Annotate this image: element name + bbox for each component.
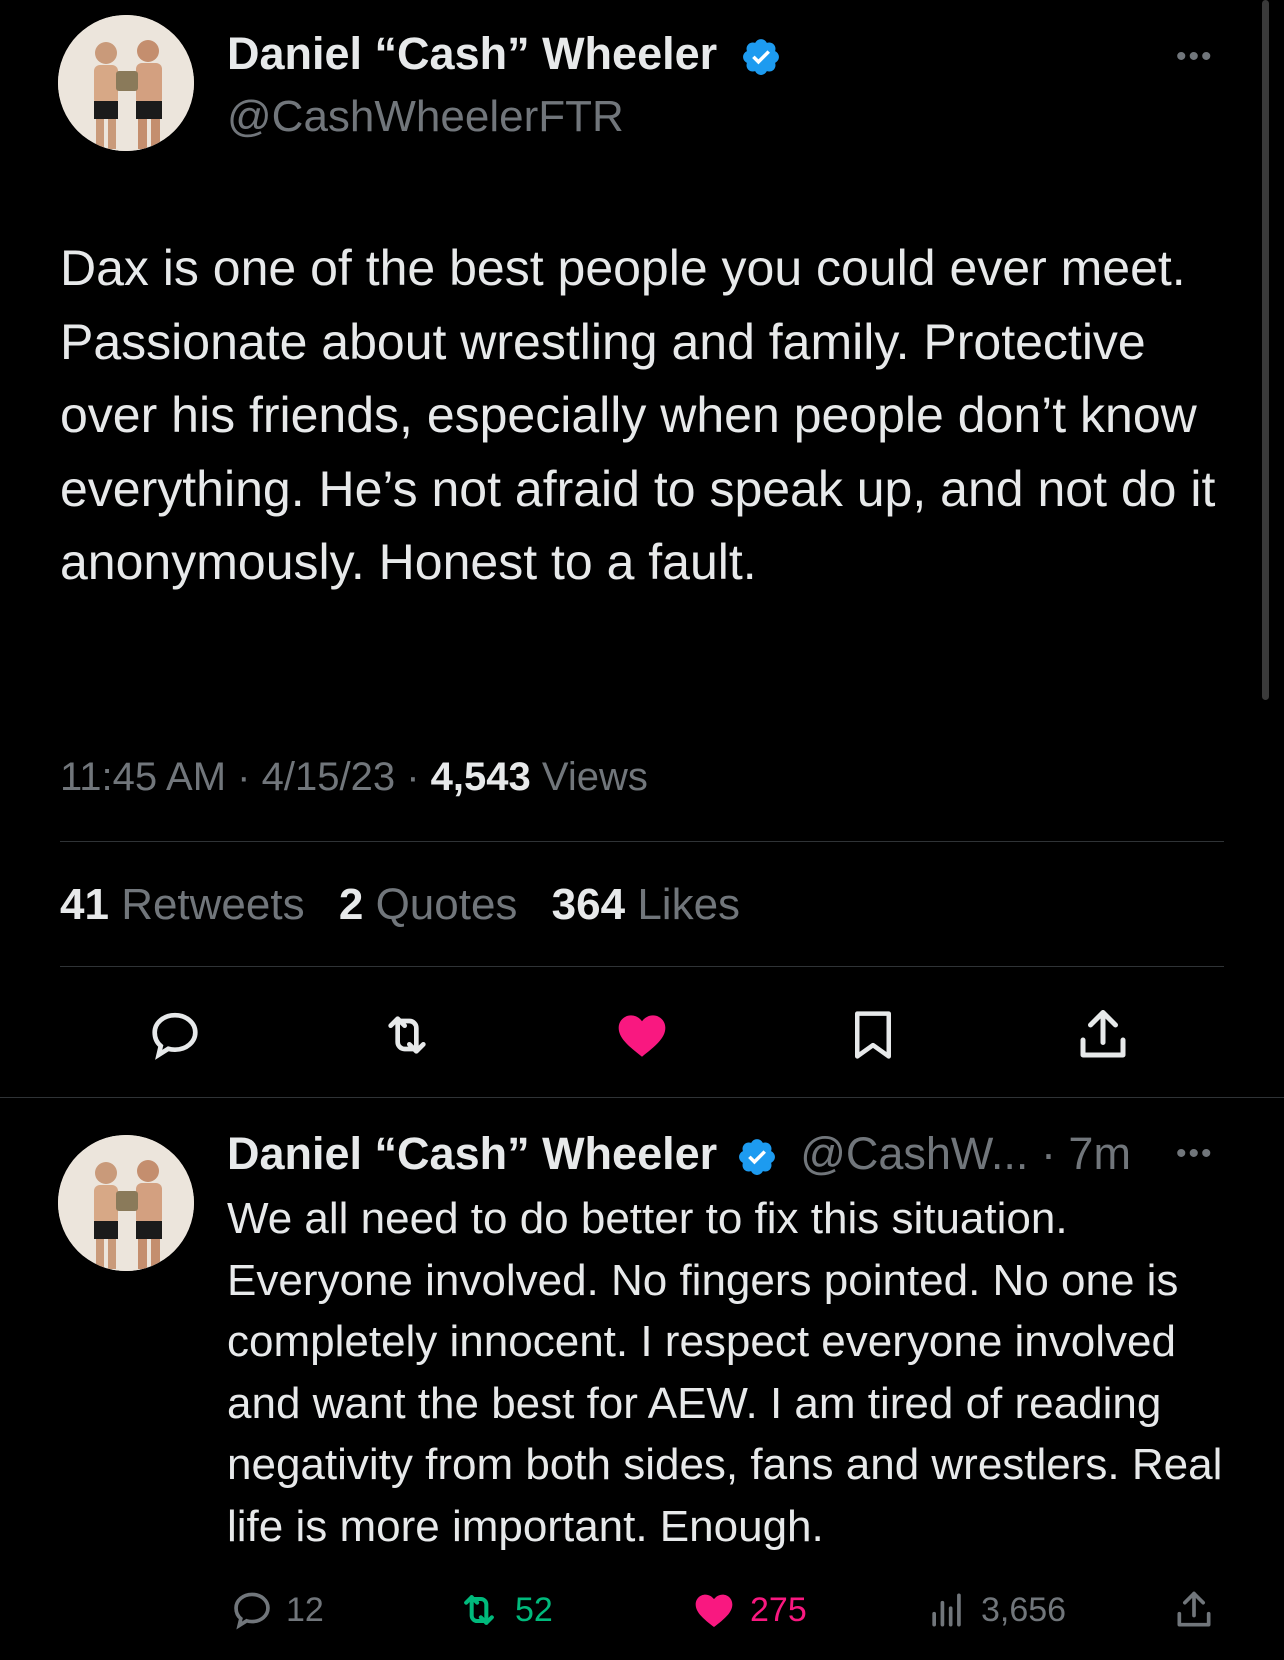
share-button[interactable] (1068, 1005, 1138, 1065)
quotes-label: Quotes (375, 880, 518, 929)
divider (60, 841, 1224, 842)
author-name[interactable]: Daniel “Cash” Wheeler (227, 28, 782, 80)
likes-label: Likes (637, 880, 741, 929)
like-icon (618, 1015, 666, 1057)
reply-icon (234, 1592, 270, 1630)
reply-button[interactable] (140, 1005, 210, 1065)
quotes-count: 2 (338, 880, 364, 929)
avatar[interactable] (58, 15, 194, 151)
meta-separator: · (237, 755, 251, 799)
verified-badge-icon (738, 1139, 775, 1176)
tweet-date[interactable]: 4/15/23 (262, 755, 395, 799)
retweets-label: Retweets (121, 880, 305, 929)
tweet-meta: 11:45 AM · 4/15/23 · 4,543 Views (60, 755, 648, 800)
like-button[interactable] (605, 1005, 679, 1065)
retweet-button[interactable] (372, 1005, 442, 1065)
more-options-icon[interactable]: ••• (1176, 40, 1214, 74)
share-icon (1177, 1591, 1211, 1627)
retweet-icon (464, 1595, 494, 1625)
views-icon (932, 1593, 961, 1627)
likes-stat[interactable]: 364 Likes (552, 880, 740, 929)
bookmark-button[interactable] (838, 1005, 908, 1065)
reply-retweets-count: 52 (515, 1590, 553, 1629)
share-icon (1080, 1010, 1126, 1058)
quotes-stat[interactable]: 2 Quotes (339, 880, 518, 929)
reply-likes-button[interactable]: 275 (690, 1588, 807, 1632)
author-handle[interactable]: @CashWheelerFTR (227, 92, 624, 142)
reply-likes-count: 275 (750, 1590, 807, 1629)
tweet-time[interactable]: 11:45 AM (60, 755, 226, 799)
reply-share-button[interactable] (1172, 1588, 1228, 1632)
reply-retweets-button[interactable]: 52 (455, 1588, 553, 1632)
avatar-photo-icon (58, 1135, 194, 1271)
reply-views-count: 3,656 (981, 1590, 1067, 1629)
meta-separator: · (406, 755, 420, 799)
avatar-photo-icon (58, 15, 194, 151)
divider (60, 966, 1224, 967)
retweets-count: 41 (60, 880, 109, 929)
reply-replies-button[interactable]: 12 (230, 1588, 324, 1632)
reply-handle[interactable]: @CashW... (800, 1128, 1028, 1179)
retweets-stat[interactable]: 41 Retweets (60, 880, 305, 929)
reply-header: Daniel “Cash” Wheeler @CashW... · 7m (227, 1128, 1131, 1180)
verified-badge-icon (742, 39, 779, 76)
reply-age[interactable]: · 7m (1041, 1128, 1131, 1179)
reply-author-name[interactable]: Daniel “Cash” Wheeler (227, 1128, 717, 1179)
scrollbar[interactable] (1262, 0, 1269, 700)
tweet-text: Dax is one of the best people you could … (60, 240, 1216, 590)
views-label: Views (541, 755, 648, 799)
like-icon (695, 1594, 733, 1628)
views-count: 4,543 (430, 755, 531, 799)
reply-avatar[interactable] (58, 1135, 194, 1271)
reply-icon (152, 1012, 198, 1060)
retweet-icon (388, 1016, 426, 1054)
replies-count: 12 (286, 1590, 324, 1629)
section-divider (0, 1097, 1284, 1098)
likes-count: 364 (551, 880, 626, 929)
more-options-icon[interactable]: ••• (1176, 1137, 1214, 1171)
tweet-stats: 41 Retweets 2 Quotes 364 Likes (60, 880, 762, 930)
reply-views-button[interactable]: 3,656 (925, 1588, 1066, 1632)
author-name-text: Daniel “Cash” Wheeler (227, 28, 718, 79)
bookmark-icon (855, 1011, 891, 1059)
reply-text: We all need to do better to fix this sit… (227, 1194, 1223, 1551)
